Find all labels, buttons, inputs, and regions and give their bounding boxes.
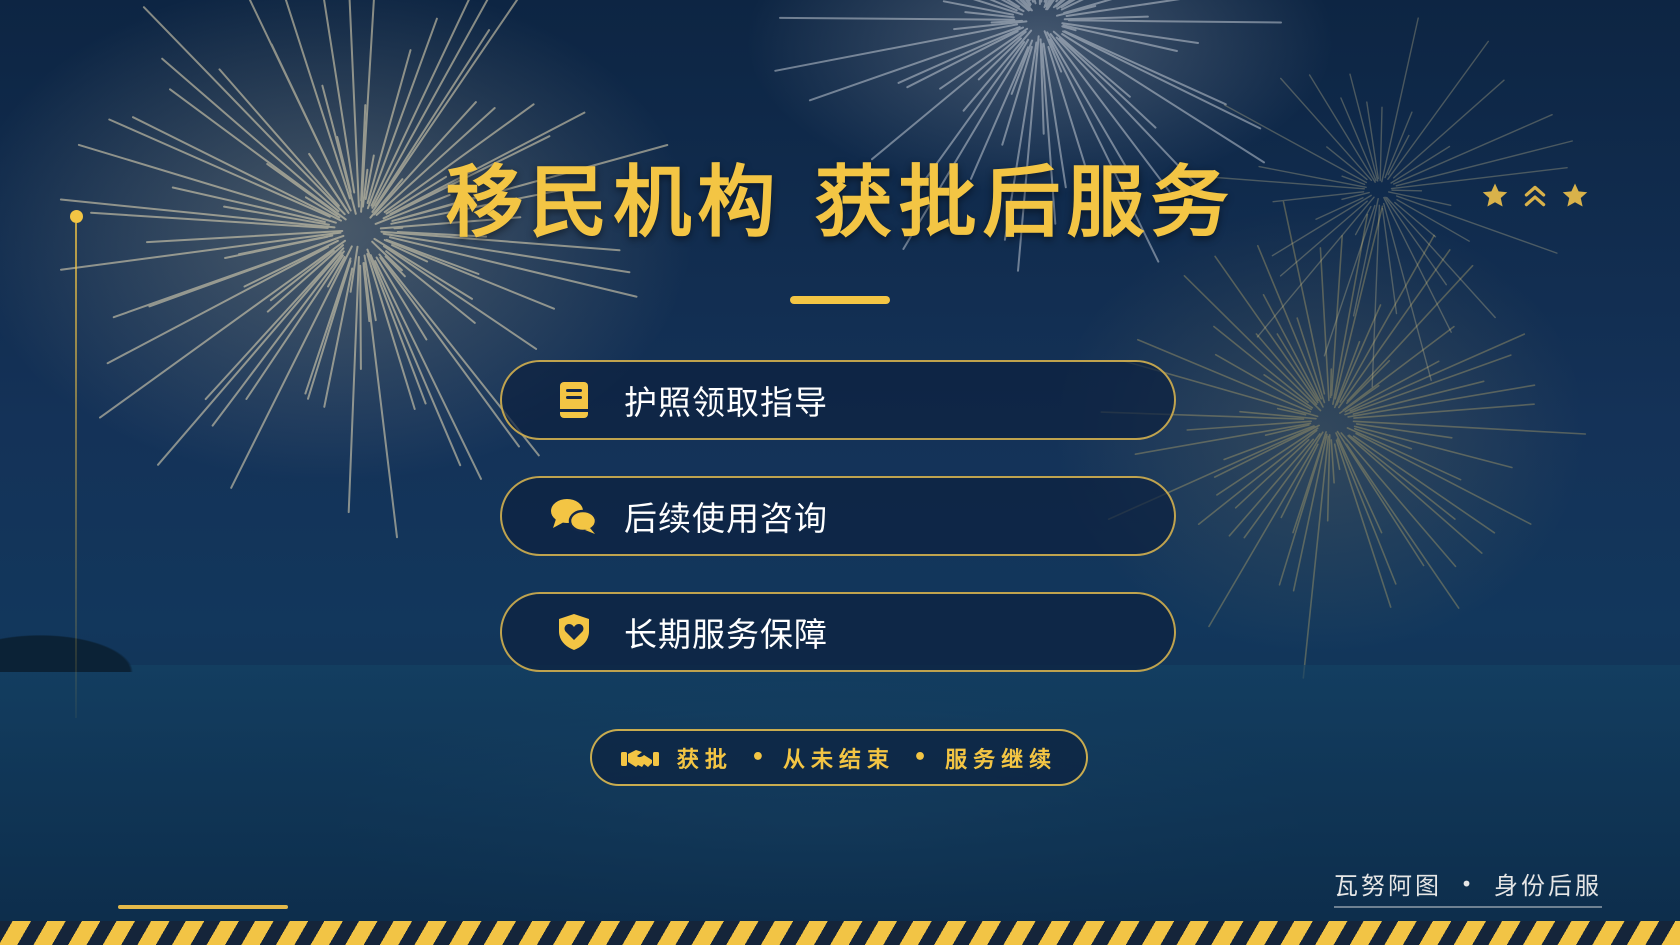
slogan-badge: 获批 • 从未结束 • 服务继续 xyxy=(590,729,1088,786)
firework-streak xyxy=(347,256,360,514)
page-title: 移民机构 获批后服务 xyxy=(445,158,1235,248)
title-underline xyxy=(790,296,890,304)
service-label: 长期服务保障 xyxy=(624,615,828,654)
firework-streak xyxy=(1061,33,1265,164)
firework-streak xyxy=(366,253,416,410)
footer-brand-name: 瓦努阿图 xyxy=(1334,872,1442,900)
footer-separator: • xyxy=(1460,871,1476,896)
firework-streak xyxy=(1038,0,1041,5)
firework-streak xyxy=(1214,255,1319,404)
firework-streak xyxy=(1338,249,1451,409)
firework-streak xyxy=(148,237,338,308)
firework-streak xyxy=(1352,420,1587,435)
firework-streak xyxy=(1062,30,1262,130)
firework-streak xyxy=(366,248,427,405)
service-item-passport[interactable]: 护照领取指导 xyxy=(500,360,1176,440)
footer-underline xyxy=(1334,906,1602,908)
firework-streak xyxy=(1340,432,1457,568)
firework-streak xyxy=(323,267,354,408)
footer-tagline: 身份后服 xyxy=(1493,872,1602,900)
footer-brand: 瓦努阿图 • 身份后服 xyxy=(1334,866,1602,901)
slogan-part: 获批 xyxy=(676,747,733,773)
firework-streak xyxy=(1330,235,1343,397)
firework-streak xyxy=(1063,15,1149,21)
firework-streak xyxy=(1183,274,1322,412)
slogan-separator: • xyxy=(913,745,928,770)
firework-streak xyxy=(1335,432,1383,534)
service-label: 护照领取指导 xyxy=(624,383,828,422)
firework-streak xyxy=(359,264,362,370)
firework-streak xyxy=(230,245,353,489)
handshake-icon xyxy=(620,746,659,770)
firework-streak xyxy=(1326,433,1331,522)
firework-streak xyxy=(906,30,1019,89)
chat-bubbles-icon xyxy=(548,490,600,542)
firework-streak xyxy=(1345,443,1460,609)
service-item-consulting[interactable]: 后续使用咨询 xyxy=(500,476,1176,556)
bottom-left-accent-line xyxy=(118,905,288,909)
firework-streak xyxy=(1067,19,1282,24)
firework-streak xyxy=(779,16,1016,21)
firework-streak xyxy=(1346,264,1474,402)
firework-streak xyxy=(383,245,538,350)
firework-streak xyxy=(1330,439,1335,484)
left-decor-line xyxy=(75,223,77,718)
firework-streak xyxy=(1336,437,1397,585)
firework-streak xyxy=(1302,435,1330,679)
firework-streak xyxy=(1197,429,1318,526)
firework-streak xyxy=(1000,0,1025,13)
firework-streak xyxy=(774,23,1019,72)
shield-heart-icon xyxy=(548,606,600,658)
firework-streak xyxy=(1208,431,1324,628)
slogan-separator: • xyxy=(750,745,765,770)
service-item-guarantee[interactable]: 长期服务保障 xyxy=(500,592,1176,672)
slogan-part: 从未结束 xyxy=(782,747,895,773)
firework-streak xyxy=(1216,427,1319,496)
ocean xyxy=(0,665,1680,945)
slogan-part: 服务继续 xyxy=(945,747,1058,773)
passport-book-icon xyxy=(548,374,600,426)
firework-streak xyxy=(1063,30,1227,106)
hazard-stripe-border xyxy=(0,921,1680,945)
service-label: 后续使用咨询 xyxy=(624,499,828,538)
